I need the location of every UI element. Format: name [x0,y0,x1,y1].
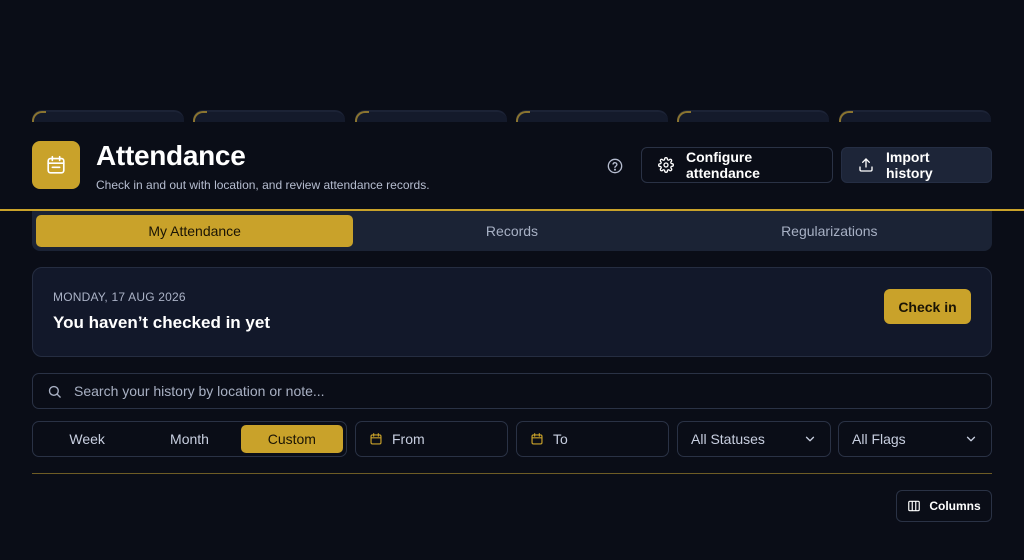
columns-button[interactable]: Columns [896,490,992,522]
chevron-down-icon [803,432,817,446]
status-filter-value: All Statuses [691,431,765,447]
tab-regularizations[interactable]: Regularizations [671,215,988,247]
import-history-label: Import history [886,149,933,181]
to-date-picker[interactable]: To [516,421,669,457]
configure-attendance-button[interactable]: Configure attendance [641,147,833,183]
placeholder-card [839,110,991,125]
tab-records[interactable]: Records [353,215,670,247]
upload-icon [858,157,874,173]
tab-my-attendance[interactable]: My Attendance [36,215,354,247]
page-title: Attendance [96,140,246,171]
placeholder-card [32,110,184,125]
calendar-icon [32,141,80,189]
placeholder-card [355,110,507,125]
search-input[interactable] [74,383,991,399]
import-history-button[interactable]: Import history [841,147,992,183]
filter-bar: Week Month Custom From To All Statuses A… [32,421,992,457]
columns-icon [907,499,921,513]
help-icon[interactable] [606,157,624,175]
chevron-down-icon [964,432,978,446]
page-header: Attendance Check in and out with locatio… [0,122,1024,211]
date-range-selector: Week Month Custom [32,421,347,457]
placeholder-card [516,110,668,125]
from-date-label: From [392,431,425,447]
attendance-page: Attendance Check in and out with locatio… [0,0,1024,560]
flags-filter-value: All Flags [852,431,906,447]
calendar-icon [530,432,544,446]
placeholder-card [677,110,829,125]
from-date-picker[interactable]: From [355,421,508,457]
checkin-status-text: You haven’t checked in yet [53,313,270,332]
check-in-button[interactable]: Check in [884,289,971,324]
tab-bar: My Attendance Records Regularizations [32,211,992,251]
search-icon [47,384,62,399]
configure-attendance-label: Configure attendance [686,149,760,181]
page-subtitle: Check in and out with location, and revi… [96,178,430,192]
status-filter-select[interactable]: All Statuses [677,421,831,457]
flags-filter-select[interactable]: All Flags [838,421,992,457]
today-status-card: MONDAY, 17 AUG 2026 You haven’t checked … [32,267,992,357]
range-custom-option[interactable]: Custom [240,425,343,453]
to-date-label: To [553,431,568,447]
range-week-option[interactable]: Week [36,425,138,453]
placeholder-cards [32,110,992,125]
columns-label: Columns [929,499,981,513]
today-date: MONDAY, 17 AUG 2026 [53,290,186,304]
section-divider [32,473,992,474]
calendar-icon [369,432,383,446]
search-bar [32,373,992,409]
gear-icon [658,157,674,173]
range-month-option[interactable]: Month [138,425,240,453]
placeholder-card [193,110,345,125]
